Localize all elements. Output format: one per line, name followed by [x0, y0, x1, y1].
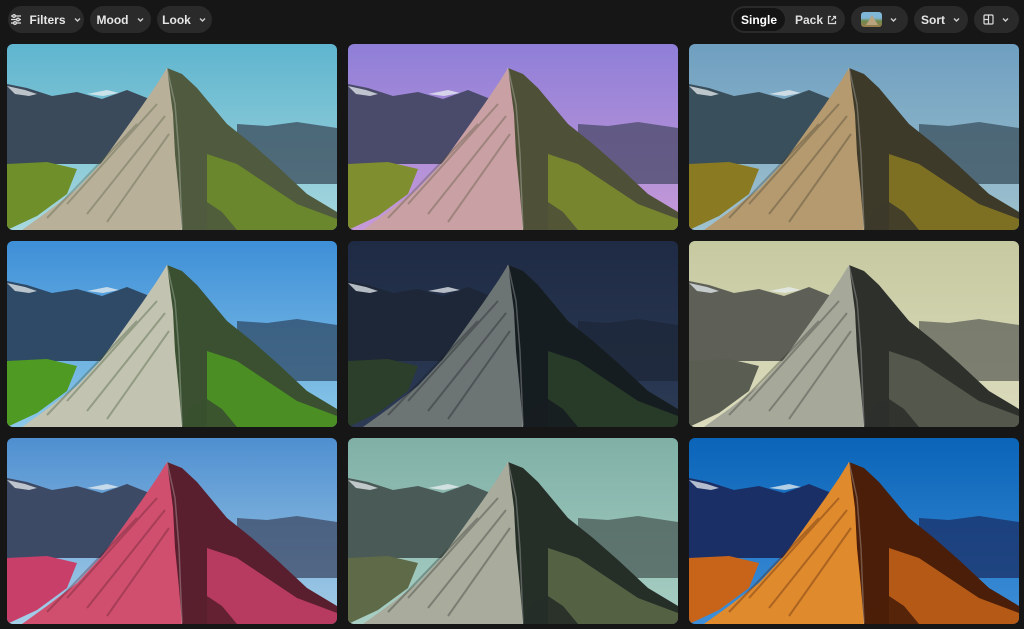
mountain-image: [7, 44, 337, 230]
variation-tile[interactable]: [348, 44, 678, 230]
variation-tile[interactable]: [689, 44, 1019, 230]
mountain-image: [689, 438, 1019, 624]
mountain-image: [689, 44, 1019, 230]
variation-tile[interactable]: [348, 241, 678, 427]
variation-tile[interactable]: [689, 241, 1019, 427]
variation-tile[interactable]: [7, 44, 337, 230]
variation-tile[interactable]: [348, 438, 678, 624]
variation-tile[interactable]: [7, 438, 337, 624]
mountain-image: [348, 438, 678, 624]
mountain-image: [348, 241, 678, 427]
mountain-image: [7, 438, 337, 624]
variations-grid: [0, 0, 1024, 629]
mountain-image: [689, 241, 1019, 427]
variation-tile[interactable]: [7, 241, 337, 427]
mountain-image: [348, 44, 678, 230]
mountain-image: [7, 241, 337, 427]
variation-tile[interactable]: [689, 438, 1019, 624]
